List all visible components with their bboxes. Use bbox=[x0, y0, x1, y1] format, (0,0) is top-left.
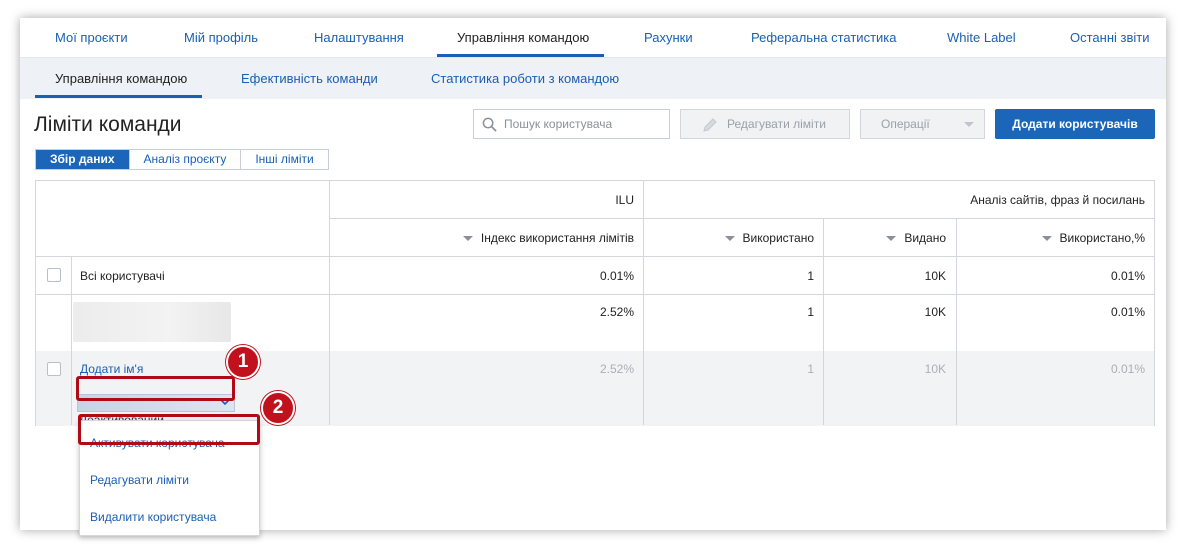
subtab-team-work-stats[interactable]: Статистика роботи з командою bbox=[431, 58, 619, 99]
divider bbox=[329, 218, 1154, 219]
active-tab-indicator bbox=[437, 54, 604, 57]
cell-used-percent: 0.01% bbox=[1110, 362, 1145, 376]
tab-my-projects[interactable]: Мої проєкти bbox=[55, 18, 128, 58]
edit-limits-button[interactable]: Редагувати ліміти bbox=[680, 109, 850, 139]
cell-used: 1 bbox=[807, 362, 814, 376]
operations-label: Операції bbox=[881, 117, 930, 131]
tab-white-label[interactable]: White Label bbox=[947, 18, 1016, 58]
divider bbox=[36, 256, 1154, 257]
divider bbox=[956, 219, 957, 425]
cell-used-percent: 0.01% bbox=[1110, 305, 1145, 319]
annotation-highlight-activate bbox=[78, 414, 260, 445]
top-navigation: Мої проєкти Мій профіль Налаштування Упр… bbox=[20, 18, 1166, 58]
cell-issued: 10K bbox=[924, 269, 946, 283]
menu-item-delete-user[interactable]: Видалити користувача bbox=[90, 510, 216, 524]
tab-settings[interactable]: Налаштування bbox=[314, 18, 404, 58]
column-header-used[interactable]: Використано bbox=[724, 231, 814, 245]
group-header-ilu: ILU bbox=[615, 193, 634, 207]
page-title: Ліміти команди bbox=[34, 113, 182, 136]
edit-limits-label: Редагувати ліміти bbox=[727, 117, 826, 131]
segment-other-limits[interactable]: Інші ліміти bbox=[241, 150, 328, 169]
sort-caret-icon bbox=[886, 236, 897, 242]
cell-used: 1 bbox=[807, 269, 814, 283]
row-name-all-users: Всі користувачі bbox=[80, 269, 165, 283]
column-header-label: Використано bbox=[742, 231, 814, 245]
column-header-issued[interactable]: Видано bbox=[886, 231, 946, 245]
annotation-marker-1: 1 bbox=[226, 345, 260, 379]
subtab-team-efficiency[interactable]: Ефективність команди bbox=[241, 58, 378, 99]
search-placeholder: Пошук користувача bbox=[504, 117, 613, 131]
segment-data-collection[interactable]: Збір даних bbox=[36, 150, 130, 169]
sort-caret-icon bbox=[1041, 236, 1052, 242]
active-subtab-indicator bbox=[35, 95, 202, 98]
limits-segmented-control: Збір даних Аналіз проєкту Інші ліміти bbox=[35, 149, 329, 170]
row-checkbox[interactable] bbox=[47, 268, 61, 282]
column-header-label: Використано,% bbox=[1059, 231, 1145, 245]
column-header-used-percent[interactable]: Використано,% bbox=[1041, 231, 1145, 245]
column-header-label: Видано bbox=[904, 231, 946, 245]
chevron-down-icon bbox=[964, 122, 974, 127]
column-header-usage-index[interactable]: Індекс використання лімітів bbox=[462, 231, 634, 245]
segment-project-analysis[interactable]: Аналіз проєкту bbox=[129, 150, 242, 169]
cell-usage-index: 0.01% bbox=[599, 269, 634, 283]
group-header-site-analysis: Аналіз сайтів, фраз й посилань bbox=[970, 193, 1145, 207]
menu-item-edit-limits[interactable]: Редагувати ліміти bbox=[90, 473, 189, 487]
cell-usage-index: 2.52% bbox=[599, 305, 634, 319]
sub-navigation: Управління командою Ефективність команди… bbox=[20, 58, 1166, 99]
column-header-label: Індекс використання лімітів bbox=[480, 231, 634, 245]
row-checkbox[interactable] bbox=[47, 362, 61, 376]
divider bbox=[71, 257, 72, 425]
divider bbox=[36, 294, 1154, 295]
blurred-user-name bbox=[73, 302, 231, 342]
cell-used-percent: 0.01% bbox=[1110, 269, 1145, 283]
annotation-marker-2: 2 bbox=[261, 391, 295, 425]
cell-issued: 10K bbox=[924, 305, 946, 319]
search-icon bbox=[482, 117, 497, 132]
cell-usage-index: 2.52% bbox=[599, 362, 634, 376]
cell-issued: 10K bbox=[924, 362, 946, 376]
tab-recent-reports[interactable]: Останні звіти bbox=[1070, 18, 1149, 58]
operations-dropdown[interactable]: Операції bbox=[860, 109, 985, 139]
sort-caret-icon bbox=[724, 236, 735, 242]
divider bbox=[823, 219, 824, 425]
add-users-button[interactable]: Додати користувачів bbox=[995, 109, 1155, 139]
annotation-highlight-select bbox=[76, 376, 235, 401]
tab-my-profile[interactable]: Мій профіль bbox=[184, 18, 258, 58]
tab-referral-stats[interactable]: Реферальна статистика bbox=[751, 18, 896, 58]
sort-caret-icon bbox=[462, 236, 473, 242]
app-window: Мої проєкти Мій профіль Налаштування Упр… bbox=[20, 18, 1166, 536]
tab-invoices[interactable]: Рахунки bbox=[644, 18, 693, 58]
cell-used: 1 bbox=[807, 305, 814, 319]
tab-team-management[interactable]: Управління командою bbox=[457, 18, 589, 58]
add-users-label: Додати користувачів bbox=[1012, 117, 1138, 131]
pencil-icon bbox=[703, 118, 717, 132]
search-input[interactable]: Пошук користувача bbox=[473, 109, 670, 139]
subtab-team-management[interactable]: Управління командою bbox=[55, 58, 187, 99]
add-name-link[interactable]: Додати ім'я bbox=[80, 362, 143, 376]
